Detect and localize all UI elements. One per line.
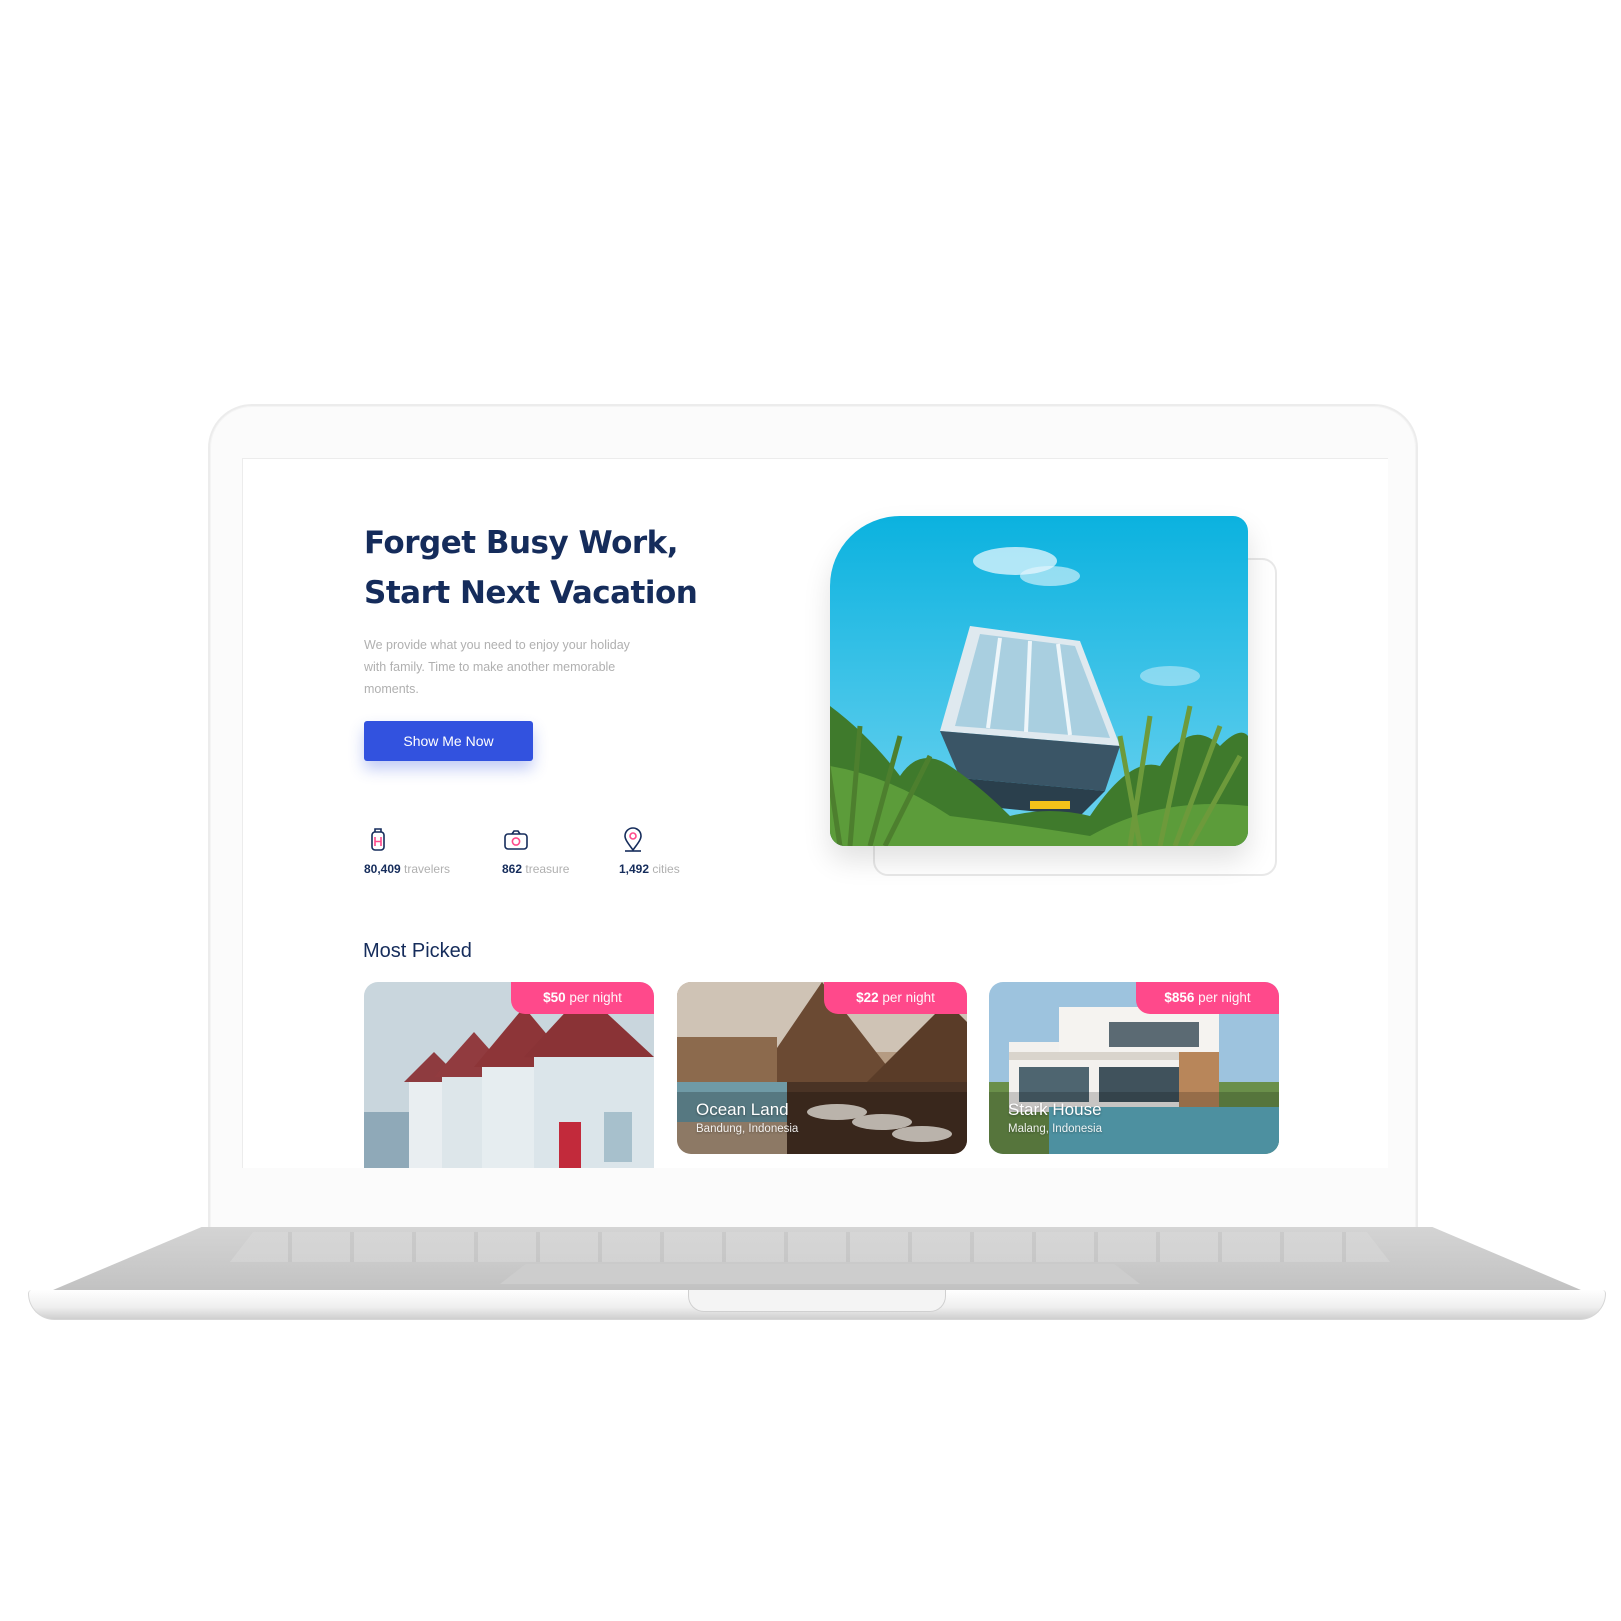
price-unit: per night bbox=[569, 990, 622, 1005]
stat-travelers-text: 80,409 travelers bbox=[364, 862, 504, 876]
most-picked-card-3[interactable]: $856 per night Stark House Malang, Indon… bbox=[989, 982, 1279, 1154]
price-value: $22 bbox=[856, 990, 879, 1005]
show-me-now-button[interactable]: Show Me Now bbox=[364, 721, 533, 761]
screen-top-border bbox=[243, 458, 1388, 459]
most-picked-card-2[interactable]: $22 per night Ocean Land Bandung, Indone… bbox=[677, 982, 967, 1154]
stat-cities-label: cities bbox=[652, 862, 680, 876]
stat-treasure-label: treasure bbox=[525, 862, 570, 876]
price-unit: per night bbox=[882, 990, 935, 1005]
stat-cities-text: 1,492 cities bbox=[619, 862, 759, 876]
card-location: Bandung, Indonesia bbox=[696, 1123, 799, 1135]
hero-description: We provide what you need to enjoy your h… bbox=[364, 638, 630, 696]
stat-travelers: 80,409 travelers bbox=[364, 826, 504, 876]
stat-treasure-value: 862 bbox=[502, 862, 523, 876]
camera-icon bbox=[504, 830, 528, 850]
card-name: Stark House bbox=[1008, 1100, 1102, 1119]
price-value: $50 bbox=[543, 990, 566, 1005]
laptop-notch bbox=[688, 1290, 946, 1312]
stat-travelers-value: 80,409 bbox=[364, 862, 401, 876]
luggage-icon bbox=[371, 828, 385, 851]
laptop-keyboard bbox=[230, 1232, 1390, 1262]
hero-title: Forget Busy Work, Start Next Vacation bbox=[364, 518, 744, 618]
price-badge: $856 per night bbox=[1136, 982, 1279, 1014]
stat-travelers-label: travelers bbox=[404, 862, 451, 876]
most-picked-card-1[interactable]: $50 per night bbox=[364, 982, 654, 1168]
card-name: Ocean Land bbox=[696, 1100, 789, 1119]
hero-image bbox=[830, 516, 1248, 846]
price-value: $856 bbox=[1164, 990, 1195, 1005]
laptop-screen: Forget Busy Work, Start Next Vacation We… bbox=[242, 458, 1388, 1168]
map-pin-icon bbox=[624, 827, 642, 852]
stat-cities: 1,492 cities bbox=[619, 826, 759, 876]
price-unit: per night bbox=[1198, 990, 1251, 1005]
hero-title-line-2: Start Next Vacation bbox=[364, 575, 698, 611]
laptop-trackpad bbox=[500, 1264, 1140, 1284]
most-picked-title: Most Picked bbox=[363, 940, 472, 962]
stat-cities-value: 1,492 bbox=[619, 862, 650, 876]
card-location: Malang, Indonesia bbox=[1008, 1123, 1102, 1135]
hero-title-line-1: Forget Busy Work, bbox=[364, 525, 679, 561]
price-badge: $50 per night bbox=[511, 982, 654, 1014]
price-badge: $22 per night bbox=[824, 982, 967, 1014]
